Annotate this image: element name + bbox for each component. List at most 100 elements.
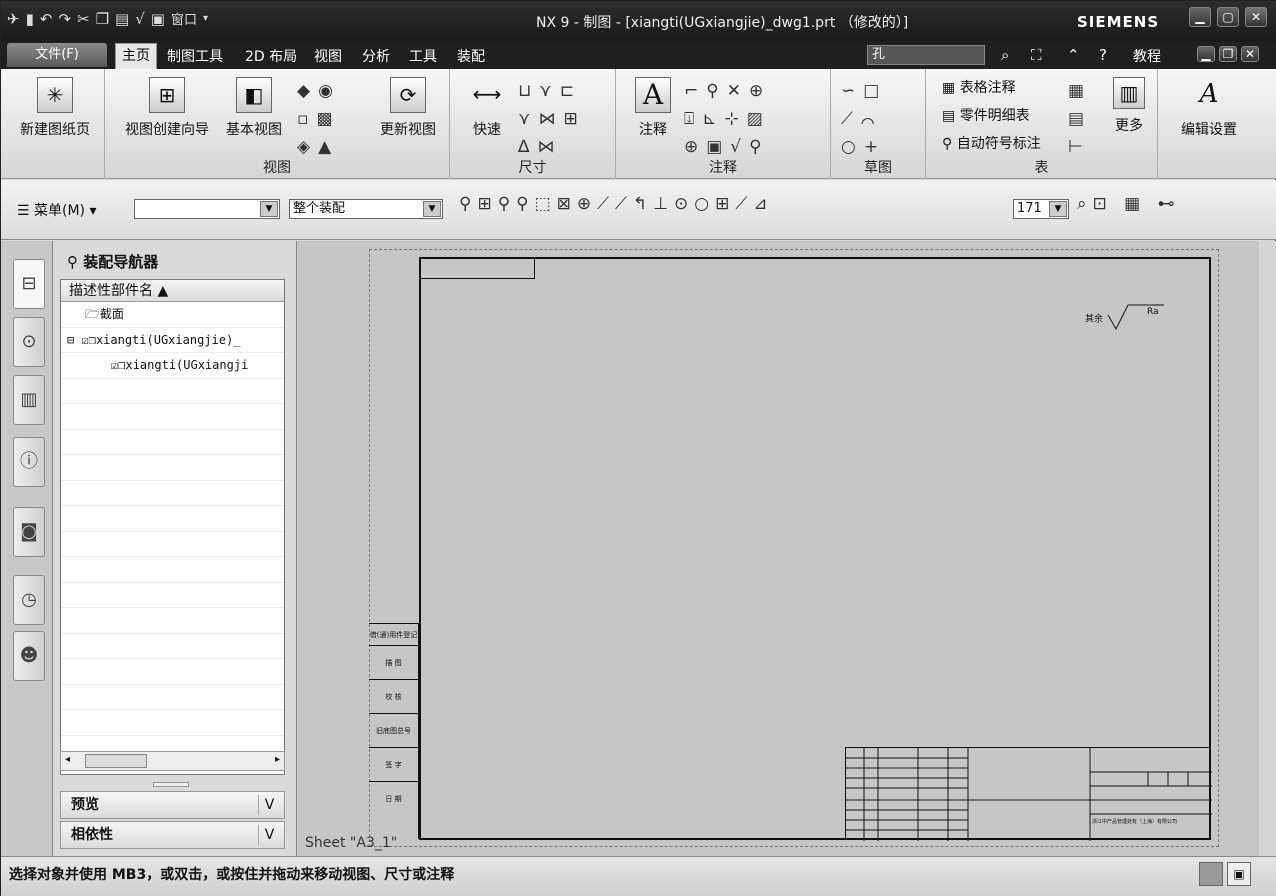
constraint-navigator-tab-icon[interactable]: ⊙ [13,317,45,367]
nx-logo-icon[interactable]: ✈ [7,10,20,28]
fit-view-icon[interactable]: ⛶ [1031,46,1042,64]
menu-button[interactable]: ☰ 菜单(M) ▾ [17,200,97,220]
rapid-dimension-icon: ⟷ [472,82,502,106]
auto-balloon-button[interactable]: ⚲ 自动符号标注 [942,133,1041,153]
scale-select[interactable]: 171 ▼ [1013,199,1069,219]
undo-icon[interactable]: ↶ [40,10,53,28]
chevron-down-icon: V [258,825,280,845]
drawing-code-box [421,259,535,279]
copy-icon[interactable]: ❐ [96,10,109,28]
dimension-group: ⟷ 快速 ⊔⋎⊏ ⋎⋈⊞ ∆⋈ 尺寸 [450,69,616,179]
redo-icon[interactable]: ↷ [58,10,71,28]
side-table-cell: 日 期 [385,795,402,803]
doc-restore-button[interactable]: ❐ [1219,46,1237,62]
edit-settings-button[interactable]: A 编辑设置 [1166,77,1252,139]
more-icon: ▥ [1113,77,1145,109]
tabular-note-button[interactable]: ▦ 表格注释 [942,77,1016,97]
column-header[interactable]: 描述性部件名 ▲ [61,280,284,302]
title-block-company: 浙江中产品管理处有（上海）有限公司 [1092,819,1178,825]
reuse-library-tab-icon[interactable]: ▥ [13,375,45,425]
parts-list-button[interactable]: ▤ 零件明细表 [942,105,1030,125]
folder-icon: 🗁 [85,307,100,321]
doc-minimize-button[interactable]: ▁ [1197,46,1215,62]
title-block[interactable]: 浙江中产品管理处有（上海）有限公司 [845,747,1212,841]
base-view-button[interactable]: ◧ 基本视图 [221,77,287,139]
close-button[interactable]: ✕ [1245,7,1267,27]
scroll-right-icon[interactable]: ▸ [275,754,280,765]
splitter-handle[interactable] [153,782,189,787]
search-icon[interactable]: ⌕ [1001,46,1009,64]
graphics-window[interactable]: 其余 Ra 浙江中产品管理处有（上海）有限公司 借(通)用件登记 描 图 校 核… [297,241,1259,856]
file-menu-tab[interactable]: 文件(F) [7,43,107,67]
save-icon[interactable]: ▮ [26,10,34,28]
selection-indicator-icon[interactable] [1199,862,1223,886]
table-group-label: 表 [1034,160,1049,176]
chevron-down-icon[interactable]: ▾ [203,13,208,24]
tree-row-component[interactable]: ☑❒xiangti(UGxiangji [61,353,284,379]
type-filter-select[interactable]: ▼ [134,199,280,219]
note-button[interactable]: A 注释 [630,77,676,139]
preview-panel-header[interactable]: 预览 V [60,791,285,819]
dimension-small-icons[interactable]: ⊔⋎⊏ ⋎⋈⊞ ∆⋈ [518,77,614,161]
doc-close-button[interactable]: ✕ [1241,46,1259,62]
paste-icon[interactable]: ▤ [115,10,129,28]
maximize-button[interactable]: ▢ [1217,7,1239,27]
side-record-table[interactable]: 借(通)用件登记 描 图 校 核 旧底图总号 签 字 日 期 [369,623,419,839]
tree-row-empty [61,455,284,481]
tab-drafting-tools[interactable]: 制图工具 [167,46,223,66]
minimize-button[interactable]: ▁ [1189,7,1211,27]
selection-scope-select[interactable]: 整个装配 ▼ [289,199,443,219]
view-group: ⊞ 视图创建向导 ◧ 基本视图 ◆◉ ▫▩ ◈▲ ⟳ 更新视图 视图 [105,69,450,179]
rapid-dimension-button[interactable]: ⟷ 快速 [462,77,512,139]
full-screen-icon[interactable]: ▣ [1227,862,1251,886]
tab-view[interactable]: 视图 [314,46,342,66]
tab-analysis[interactable]: 分析 [362,46,390,66]
new-sheet-button[interactable]: ✳ 新建图纸页 [13,77,97,139]
roles-tab-icon[interactable]: ☻ [13,631,45,681]
document-tab-icon[interactable]: ◙ [13,507,45,557]
repeat-command-icon[interactable]: √ [135,10,145,28]
view-creation-wizard-button[interactable]: ⊞ 视图创建向导 [119,77,215,139]
cut-icon[interactable]: ✂ [77,10,90,28]
balloon-icon: ⚲ [942,136,957,152]
view-tool-icons[interactable]: ⌕⊡ ▦ ⊷ [1077,194,1181,214]
info-tab-icon[interactable]: ⓘ [13,437,45,487]
window-menu-icon[interactable]: ▣ [151,10,165,28]
collapse-icon[interactable]: ⊟ [67,333,74,347]
tree-row-section[interactable]: 🗁截面 [61,302,284,328]
command-search-input[interactable]: 孔 [867,45,985,65]
scroll-thumb[interactable] [85,754,147,768]
horizontal-scrollbar[interactable]: ◂ ▸ [60,751,285,771]
history-clock-icon[interactable]: ◷ [13,575,45,625]
tab-assemblies[interactable]: 装配 [457,46,485,66]
table-small-icons[interactable]: ▦ ▤ ⊢ [1068,77,1098,161]
tab-2d-layout[interactable]: 2D 布局 [245,46,297,66]
annotation-small-icons[interactable]: ⌐⚲✕⊕ ⍗⊾⊹▨ ⊕▣√⚲ [684,77,824,161]
status-message: 选择对象并使用 MB3，或双击，或按住并拖动来移动视图、尺寸或注释 [9,867,455,883]
nx-window: ✈ ▮ ↶ ↷ ✂ ❐ ▤ √ ▣ 窗口 ▾ NX 9 - 制图 - [xian… [0,0,1276,896]
tree-row-assembly[interactable]: ⊟ ☑❒xiangti(UGxiangjie)_ [61,328,284,353]
sort-ascending-icon: ▲ [157,283,169,299]
view-small-icons[interactable]: ◆◉ ▫▩ ◈▲ [297,77,369,161]
dependencies-panel-header[interactable]: 相依性 V [60,821,285,849]
note-icon: A [635,77,671,113]
snap-point-icons[interactable]: ⚲⊞⚲⚲⬚⊠⊕⟋⟋↰⊥⊙○⊞⟋⊿ [459,194,773,214]
checkbox-checked-icon[interactable]: ☑ [81,333,88,347]
assembly-navigator-tab-icon[interactable]: ⊟ [13,259,45,309]
tree-row-empty [61,506,284,532]
collapse-ribbon-icon[interactable]: ⌃ [1067,46,1080,64]
tutorial-link[interactable]: 教程 [1133,46,1161,66]
more-button[interactable]: ▥ 更多 [1106,77,1152,135]
sketch-small-icons[interactable]: ∽□ ⟋⌒ ○+ [841,77,901,161]
assembly-icon: ❒ [88,332,96,347]
help-icon[interactable]: ? [1099,46,1107,64]
update-view-button[interactable]: ⟳ 更新视图 [373,77,443,139]
navigator-tree: 描述性部件名 ▲ 🗁截面 ⊟ ☑❒xiangti(UGxiangjie)_ ☑❒… [60,279,285,775]
assembly-navigator: ⚲ 装配导航器 描述性部件名 ▲ 🗁截面 ⊟ ☑❒xiangti(UGxiang… [53,241,297,856]
tab-tools[interactable]: 工具 [409,46,437,66]
scroll-left-icon[interactable]: ◂ [65,754,70,765]
new-sheet-icon: ✳ [37,77,73,113]
pin-icon[interactable]: ⚲ [67,253,83,271]
window-menu[interactable]: 窗口 [171,9,197,28]
tab-home[interactable]: 主页 [115,43,157,69]
